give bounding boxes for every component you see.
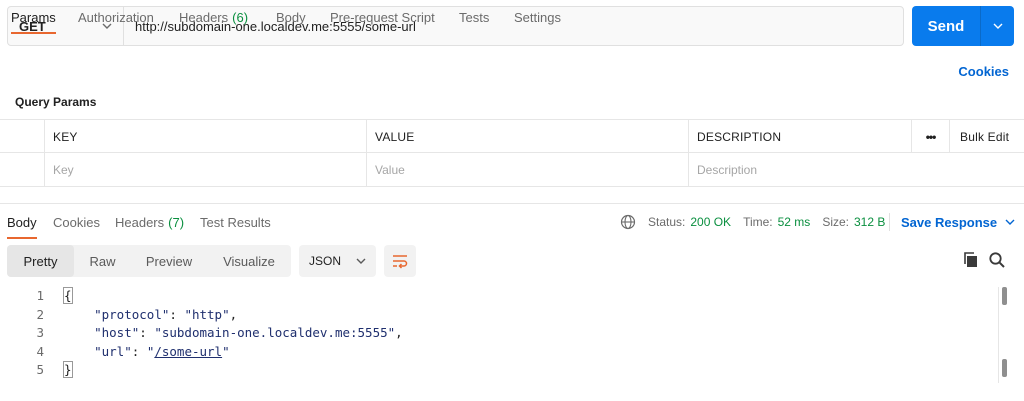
line-number: 2: [36, 306, 44, 322]
format-label: JSON: [309, 254, 342, 268]
more-options-icon[interactable]: •••: [911, 120, 949, 153]
tab-label: Body: [7, 214, 37, 230]
scrollbar-track[interactable]: [998, 287, 999, 383]
url-link[interactable]: /some-url: [154, 344, 222, 359]
code-text: {: [63, 287, 73, 306]
cookies-link[interactable]: Cookies: [958, 54, 1009, 88]
view-mode-group: Pretty Raw Preview Visualize: [7, 245, 291, 277]
tab-authorization[interactable]: Authorization: [78, 0, 154, 34]
tab-label: Tests: [459, 9, 490, 25]
search-icon[interactable]: [988, 251, 1006, 269]
query-params-table: KEY VALUE DESCRIPTION ••• Bulk Edit Key …: [0, 119, 1024, 187]
table-row: Key Value Description: [0, 153, 1024, 187]
tab-headers[interactable]: Headers (6): [179, 0, 248, 34]
chevron-down-icon: [1005, 219, 1015, 225]
tab-label: Test Results: [200, 214, 271, 230]
tab-response-cookies[interactable]: Cookies: [53, 205, 100, 239]
line-number: 3: [36, 325, 44, 340]
table-header-row: KEY VALUE DESCRIPTION ••• Bulk Edit: [0, 119, 1024, 153]
separator: [889, 213, 890, 231]
status-value[interactable]: 200 OK: [690, 215, 731, 229]
time-label: Time:: [743, 215, 773, 229]
tab-body[interactable]: Body: [276, 0, 306, 34]
save-response-button[interactable]: Save Response: [901, 205, 1015, 239]
pane-divider[interactable]: [0, 203, 1024, 204]
json-value: "http": [184, 306, 230, 322]
tab-tests[interactable]: Tests: [459, 0, 489, 34]
code-text: "host": "subdomain-one.localdev.me:5555"…: [94, 325, 403, 340]
line-number: 5: [36, 362, 44, 377]
copy-icon[interactable]: [962, 251, 980, 269]
tab-label: Pre-request Script: [330, 9, 435, 25]
code-line: 5 }: [0, 361, 1000, 380]
chevron-down-icon: [356, 258, 366, 264]
scrollbar-thumb[interactable]: [1002, 359, 1007, 377]
tab-label: Body: [276, 9, 306, 25]
code-text: "url": "/some-url": [94, 343, 230, 359]
code-text: }: [63, 361, 73, 380]
preview-button[interactable]: Preview: [131, 245, 207, 277]
code-text: "protocol": "http",: [94, 306, 238, 322]
size-value[interactable]: 312 B: [854, 215, 885, 229]
header-count: (7): [168, 214, 185, 230]
tab-test-results[interactable]: Test Results: [200, 205, 271, 239]
code-line: 2 "protocol": "http",: [0, 306, 1000, 325]
line-number: 4: [36, 343, 44, 359]
tab-pre-request-script[interactable]: Pre-request Script: [330, 0, 435, 34]
chevron-down-icon: [993, 23, 1002, 29]
json-key: "url": [94, 343, 132, 359]
checkbox-column-header: [0, 120, 44, 153]
save-response-label: Save Response: [901, 214, 998, 230]
scrollbar-thumb[interactable]: [1002, 287, 1007, 305]
tab-label: Headers: [115, 214, 165, 230]
json-key: "host": [94, 325, 140, 340]
send-options-button[interactable]: [980, 6, 1014, 46]
json-punct: ,: [229, 306, 238, 322]
format-select[interactable]: JSON: [299, 245, 376, 277]
bulk-edit-button[interactable]: Bulk Edit: [949, 120, 1024, 153]
tab-label: Settings: [514, 9, 561, 25]
json-key: "protocol": [94, 306, 170, 322]
raw-button[interactable]: Raw: [74, 245, 131, 277]
globe-icon[interactable]: [620, 214, 636, 230]
json-quote: ": [222, 343, 230, 359]
response-body-editor[interactable]: 1 { 2 "protocol": "http", 3 "host": "sub…: [0, 287, 1000, 380]
send-button[interactable]: Send: [912, 6, 1014, 46]
wrap-lines-icon: [393, 255, 408, 269]
query-params-title: Query Params: [15, 95, 97, 109]
tab-label: Authorization: [78, 9, 154, 25]
line-number: 1: [36, 288, 44, 303]
key-input[interactable]: Key: [44, 153, 366, 186]
header-count: (6): [232, 9, 249, 25]
json-value: "subdomain-one.localdev.me:5555": [154, 325, 396, 340]
tab-label: Headers: [179, 9, 229, 25]
description-column-header: DESCRIPTION: [688, 120, 911, 153]
size-label: Size:: [822, 215, 849, 229]
response-status: Status: 200 OK Time: 52 ms Size: 312 B: [620, 205, 885, 239]
visualize-button[interactable]: Visualize: [207, 245, 291, 277]
code-line: 3 "host": "subdomain-one.localdev.me:555…: [0, 324, 1000, 343]
value-input[interactable]: Value: [366, 153, 688, 186]
brace: }: [63, 361, 73, 378]
tab-response-headers[interactable]: Headers (7): [115, 205, 184, 239]
row-checkbox-cell: [0, 153, 44, 186]
key-column-header: KEY: [44, 120, 366, 153]
time-value[interactable]: 52 ms: [778, 215, 811, 229]
tab-settings[interactable]: Settings: [514, 0, 561, 34]
status-label: Status:: [648, 215, 686, 229]
code-line: 1 {: [0, 287, 1000, 306]
wrap-lines-button[interactable]: [384, 245, 416, 277]
tab-label: Cookies: [53, 214, 100, 230]
json-punct: ,: [395, 325, 403, 340]
code-line: 4 "url": "/some-url": [0, 343, 1000, 362]
description-input[interactable]: Description: [688, 153, 1024, 186]
tab-params[interactable]: Params: [11, 0, 56, 34]
value-column-header: VALUE: [366, 120, 688, 153]
tab-label: Params: [11, 9, 56, 25]
send-label[interactable]: Send: [912, 6, 980, 46]
brace: {: [63, 287, 73, 304]
pretty-button[interactable]: Pretty: [7, 245, 74, 277]
tab-response-body[interactable]: Body: [7, 205, 37, 239]
